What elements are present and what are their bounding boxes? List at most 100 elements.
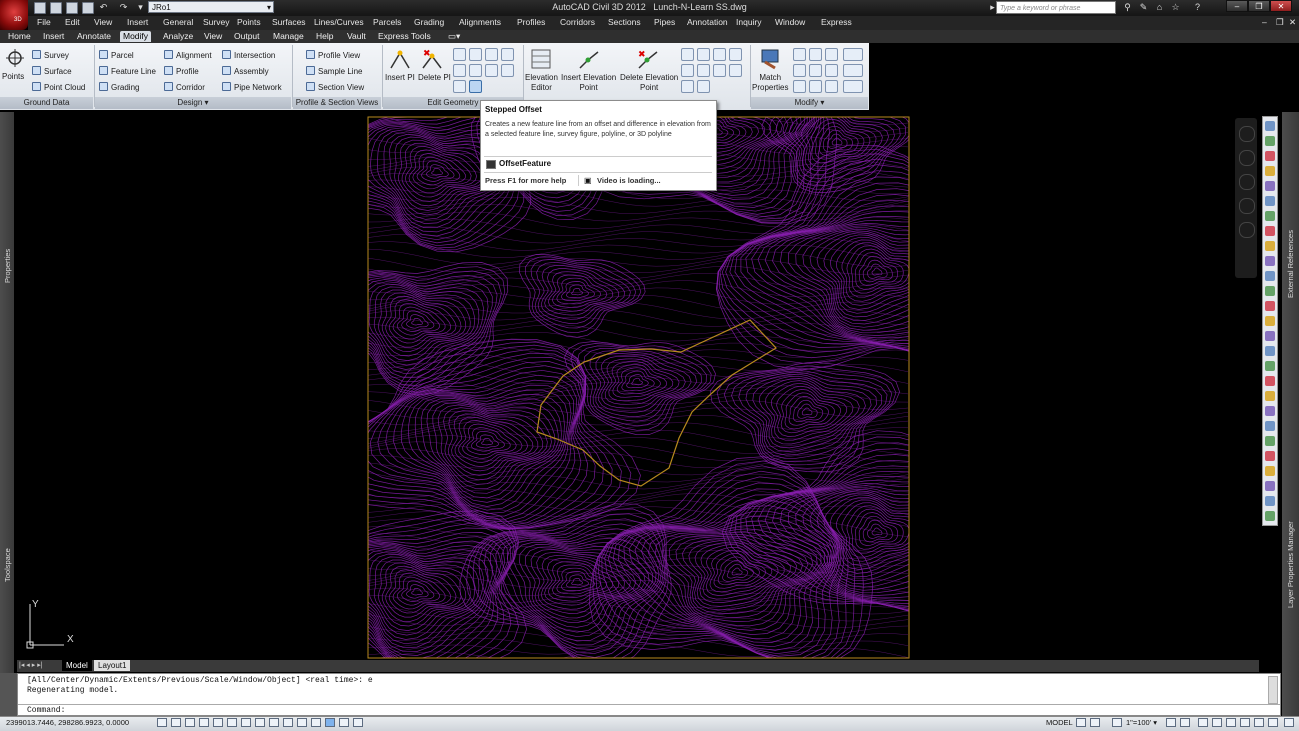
delete-elevation-point-button[interactable]: ✖ bbox=[637, 48, 659, 72]
performance-icon[interactable] bbox=[1226, 718, 1236, 727]
favorites-icon[interactable]: ☆ bbox=[1170, 2, 1181, 13]
snap-mode-icon[interactable] bbox=[171, 718, 181, 727]
flatten-grade-icon[interactable] bbox=[729, 64, 742, 77]
doc-restore-icon[interactable]: ❐ bbox=[1276, 17, 1284, 28]
erase-icon[interactable] bbox=[793, 80, 806, 93]
tab-view[interactable]: View bbox=[201, 31, 225, 42]
tab-annotate[interactable]: Annotate bbox=[74, 31, 114, 42]
fillet-dropdown-icon[interactable] bbox=[843, 64, 863, 77]
fit-curve-icon[interactable] bbox=[485, 64, 498, 77]
survey-button[interactable]: Survey bbox=[32, 50, 69, 60]
menu-profiles[interactable]: Profiles bbox=[517, 17, 545, 27]
tab-home[interactable]: Home bbox=[5, 31, 34, 42]
ribbon-minimize-icon[interactable]: ▭▾ bbox=[445, 31, 463, 42]
stepped-offset-icon[interactable] bbox=[469, 80, 482, 93]
menu-corridors[interactable]: Corridors bbox=[560, 17, 595, 27]
menu-pipes[interactable]: Pipes bbox=[654, 17, 675, 27]
profile-view-button[interactable]: Profile View bbox=[306, 50, 360, 60]
copy-icon[interactable] bbox=[825, 48, 838, 61]
doc-minimize-icon[interactable]: – bbox=[1262, 17, 1267, 27]
status-bar-menu-icon[interactable] bbox=[1268, 718, 1278, 727]
modify-tool-icon[interactable] bbox=[1265, 286, 1275, 296]
array-icon[interactable] bbox=[825, 80, 838, 93]
section-view-button[interactable]: Section View bbox=[306, 82, 364, 92]
modify-tool-icon[interactable] bbox=[1265, 421, 1275, 431]
binoculars-icon[interactable]: ⚲ bbox=[1122, 2, 1133, 13]
match-properties-button[interactable] bbox=[759, 48, 781, 72]
panel-title-modify[interactable]: Modify ▾ bbox=[751, 97, 868, 109]
menu-window[interactable]: Window bbox=[775, 17, 805, 27]
set-grade-icon[interactable] bbox=[681, 48, 694, 61]
zoom-icon[interactable] bbox=[1239, 174, 1255, 190]
menu-alignments[interactable]: Alignments bbox=[459, 17, 501, 27]
modify-tool-icon[interactable] bbox=[1265, 271, 1275, 281]
menu-survey[interactable]: Survey bbox=[203, 17, 229, 27]
modify-tool-icon[interactable] bbox=[1265, 496, 1275, 506]
properties-palette-tab[interactable]: Properties bbox=[3, 249, 12, 283]
toolspace-palette-tab[interactable]: Toolspace bbox=[3, 548, 12, 582]
modify-tool-icon[interactable] bbox=[1265, 316, 1275, 326]
showmotion-icon[interactable] bbox=[1239, 222, 1255, 238]
edit-curve-icon[interactable] bbox=[453, 64, 466, 77]
tab-analyze[interactable]: Analyze bbox=[160, 31, 196, 42]
selection-cycling-icon[interactable] bbox=[339, 718, 349, 727]
menu-sections[interactable]: Sections bbox=[608, 17, 641, 27]
point-cloud-button[interactable]: Point Cloud bbox=[32, 82, 85, 92]
coordinate-readout[interactable]: 2399013.7446, 298286.9923, 0.0000 bbox=[6, 718, 129, 727]
quick-view-layouts-icon[interactable] bbox=[1076, 718, 1086, 727]
object-snap-tracking-icon[interactable] bbox=[255, 718, 265, 727]
modify-tool-icon[interactable] bbox=[1265, 451, 1275, 461]
allow-dynamic-ucs-icon[interactable] bbox=[269, 718, 279, 727]
grid-display-icon[interactable] bbox=[185, 718, 195, 727]
tab-layout1[interactable]: Layout1 bbox=[94, 660, 131, 671]
infer-constraints-icon[interactable] bbox=[157, 718, 167, 727]
menu-insert[interactable]: Insert bbox=[127, 17, 148, 27]
feature-line-button[interactable]: Feature Line bbox=[99, 66, 156, 76]
elevations-from-surface-icon[interactable] bbox=[713, 48, 726, 61]
tab-help[interactable]: Help bbox=[313, 31, 336, 42]
polar-tracking-icon[interactable] bbox=[213, 718, 223, 727]
mirror-icon[interactable] bbox=[793, 64, 806, 77]
elevation-editor-button[interactable] bbox=[530, 48, 552, 72]
rotate-icon[interactable] bbox=[809, 48, 822, 61]
tab-manage[interactable]: Manage bbox=[270, 31, 307, 42]
quick-elevation-icon[interactable] bbox=[681, 80, 694, 93]
points-button[interactable] bbox=[5, 48, 25, 70]
menu-annotation[interactable]: Annotation bbox=[687, 17, 728, 27]
modify-tool-icon[interactable] bbox=[1265, 391, 1275, 401]
menu-view[interactable]: View bbox=[94, 17, 112, 27]
3d-object-snap-icon[interactable] bbox=[241, 718, 251, 727]
set-elevation-icon[interactable] bbox=[697, 48, 710, 61]
raise-lower-icon[interactable] bbox=[729, 48, 742, 61]
modify-tool-icon[interactable] bbox=[1265, 466, 1275, 476]
tab-output[interactable]: Output bbox=[231, 31, 263, 42]
external-references-palette-tab[interactable]: External References bbox=[1286, 230, 1295, 298]
panel-title-design[interactable]: Design ▾ bbox=[95, 97, 291, 109]
modify-tool-icon[interactable] bbox=[1265, 226, 1275, 236]
modify-tool-icon[interactable] bbox=[1265, 196, 1275, 206]
reverse-icon[interactable] bbox=[501, 48, 514, 61]
profile-button[interactable]: Profile bbox=[164, 66, 199, 76]
layer-properties-palette-tab[interactable]: Layer Properties Manager bbox=[1286, 521, 1295, 608]
communication-center-icon[interactable]: ⌂ bbox=[1154, 2, 1165, 13]
surface-button[interactable]: Surface bbox=[32, 66, 72, 76]
modify-tool-icon[interactable] bbox=[1265, 511, 1275, 521]
parcel-button[interactable]: Parcel bbox=[99, 50, 134, 60]
modify-tool-icon[interactable] bbox=[1265, 211, 1275, 221]
tab-vault[interactable]: Vault bbox=[344, 31, 369, 42]
help-icon[interactable]: ? bbox=[1192, 2, 1203, 13]
annotation-scale-dropdown[interactable]: 1"=100' ▾ bbox=[1126, 718, 1157, 727]
lock-ui-icon[interactable] bbox=[1212, 718, 1222, 727]
explode-dropdown-icon[interactable] bbox=[843, 80, 863, 93]
menu-general[interactable]: General bbox=[163, 17, 193, 27]
smooth-icon[interactable] bbox=[501, 64, 514, 77]
modify-tool-icon[interactable] bbox=[1265, 331, 1275, 341]
pan-icon[interactable] bbox=[1239, 150, 1255, 166]
menu-parcels[interactable]: Parcels bbox=[373, 17, 401, 27]
orbit-icon[interactable] bbox=[1239, 198, 1255, 214]
assembly-button[interactable]: Assembly bbox=[222, 66, 269, 76]
ortho-mode-icon[interactable] bbox=[199, 718, 209, 727]
join-icon[interactable] bbox=[485, 48, 498, 61]
modify-tool-icon[interactable] bbox=[1265, 121, 1275, 131]
command-line-handle[interactable] bbox=[0, 673, 17, 716]
